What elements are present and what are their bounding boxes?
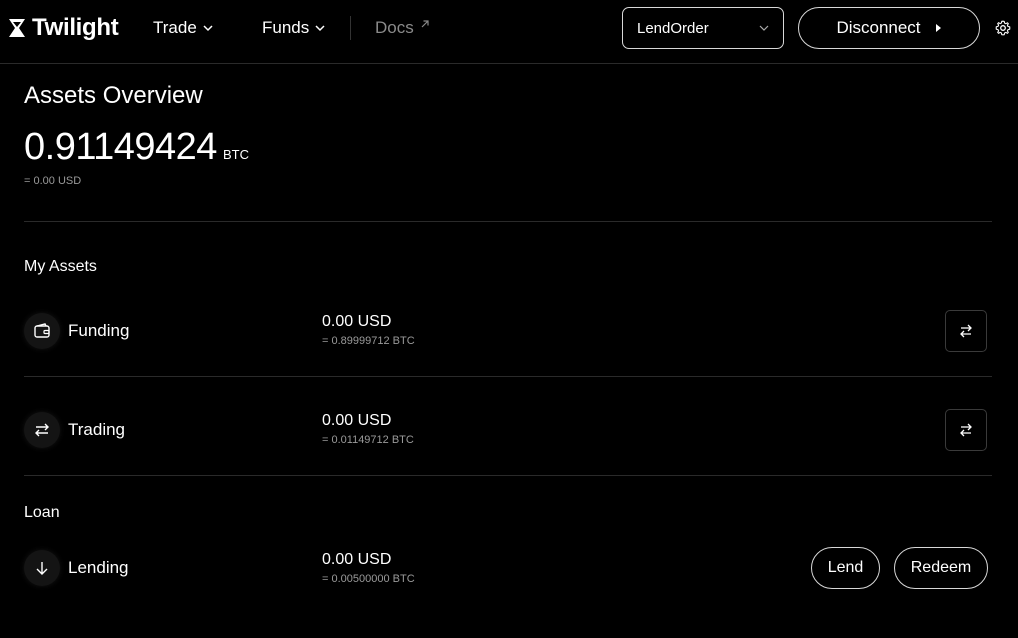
funding-label: Funding [68, 321, 130, 340]
lending-label: Lending [68, 558, 129, 577]
brand-logo[interactable]: Twilight [8, 14, 119, 42]
account-select-value: LendOrder [637, 19, 709, 37]
wallet-icon [24, 313, 60, 349]
funding-btc-value: = 0.89999712 BTC [322, 335, 415, 347]
trading-btc-value: = 0.01149712 BTC [322, 434, 414, 446]
nav-funds[interactable]: Funds [262, 18, 325, 38]
gear-icon[interactable] [995, 20, 1011, 36]
nav-trade-label: Trade [153, 18, 197, 37]
nav-docs-link[interactable]: Docs [375, 18, 430, 38]
loan-heading: Loan [24, 504, 60, 521]
top-navbar: Twilight Trade Funds Docs LendOrder Disc… [0, 0, 1018, 64]
nav-funds-label: Funds [262, 18, 310, 37]
total-balance-value: 0.91149424 [24, 126, 217, 168]
arrow-down-icon [24, 550, 60, 586]
redeem-button[interactable]: Redeem [894, 547, 988, 589]
my-assets-heading: My Assets [24, 258, 97, 275]
total-balance-usd: = 0.00 USD [24, 175, 82, 187]
twilight-logo-icon [9, 19, 25, 37]
brand-name: Twilight [32, 14, 119, 41]
disconnect-button[interactable]: Disconnect [798, 7, 980, 49]
chevron-down-icon [315, 25, 325, 32]
total-balance: 0.91149424 BTC [24, 126, 249, 169]
account-select[interactable]: LendOrder [622, 7, 784, 49]
external-link-icon [421, 20, 429, 28]
transfer-icon [960, 324, 972, 338]
trading-usd-value: 0.00 USD [322, 412, 392, 429]
lend-button[interactable]: Lend [811, 547, 880, 589]
chevron-down-icon [759, 25, 769, 31]
divider [24, 475, 992, 476]
disconnect-label: Disconnect [836, 18, 921, 37]
nav-docs-label: Docs [375, 18, 414, 37]
lending-usd-value: 0.00 USD [322, 551, 392, 568]
transfer-icon [960, 423, 972, 437]
total-balance-unit: BTC [222, 147, 249, 162]
chevron-down-icon [203, 25, 213, 32]
divider [24, 376, 992, 377]
funding-transfer-button[interactable] [945, 310, 987, 352]
nav-divider [350, 16, 351, 40]
funding-usd-value: 0.00 USD [322, 313, 392, 330]
trading-label: Trading [68, 420, 126, 439]
caret-right-icon [935, 24, 941, 32]
page-title: Assets Overview [24, 82, 203, 109]
divider [24, 221, 992, 222]
lending-btc-value: = 0.00500000 BTC [322, 573, 415, 585]
trading-transfer-button[interactable] [945, 409, 987, 451]
nav-trade[interactable]: Trade [153, 18, 213, 38]
transfer-icon [24, 412, 60, 448]
